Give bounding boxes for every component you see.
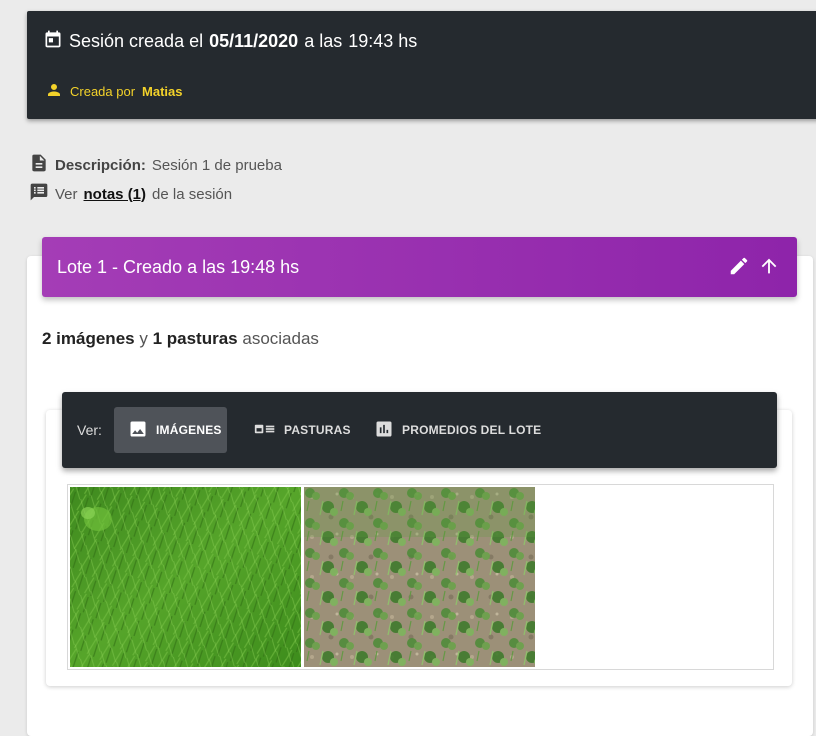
arrow-up-icon[interactable] (757, 254, 781, 278)
description-value: Sesión 1 de prueba (151, 156, 282, 174)
tab-promedios[interactable]: PROMEDIOS DEL LOTE (364, 407, 551, 453)
session-header: Sesión creada el 05/11/2020 a las 19:43 … (27, 11, 816, 119)
list-icon (254, 421, 276, 440)
edit-icon[interactable] (727, 254, 751, 278)
session-time: 19:43 hs (348, 31, 418, 51)
session-title-prefix: Sesión creada el (69, 31, 204, 51)
document-icon (29, 152, 49, 178)
tab-pasturas[interactable]: PASTURAS (244, 407, 361, 453)
lote-title: Lote 1 - Creado a las 19:48 hs (57, 257, 300, 277)
bar-chart-icon (374, 419, 394, 442)
session-time-prefix: a las (304, 31, 343, 51)
description-label: Descripción: (55, 156, 146, 174)
author-name: Matias (142, 84, 183, 99)
tab-pasturas-label: PASTURAS (284, 423, 351, 437)
pasturas-count: 1 pasturas (152, 329, 238, 348)
tab-imagenes[interactable]: IMÁGENES (114, 407, 227, 453)
summary-connector: y (139, 329, 148, 348)
tabbar-label: Ver: (77, 422, 102, 438)
notes-row: Ver notas (1) de la sesión (29, 182, 232, 206)
lote-actions (727, 254, 781, 278)
grass-image-2[interactable] (304, 487, 535, 667)
images-count: 2 imágenes (42, 329, 135, 348)
grass-image-1[interactable] (70, 487, 301, 667)
notes-icon (29, 182, 49, 206)
summary-suffix: asociadas (242, 329, 319, 348)
lote-summary: 2 imágenes y 1 pasturas asociadas (42, 329, 319, 349)
view-tabbar: Ver: IMÁGENES PASTURAS PROMEDIOS DEL LOT… (62, 392, 777, 468)
tab-imagenes-label: IMÁGENES (156, 423, 222, 437)
image-icon (128, 419, 148, 442)
lote-header: Lote 1 - Creado a las 19:48 hs (42, 237, 797, 297)
notes-suffix: de la sesión (152, 185, 233, 203)
description-row: Descripción: Sesión 1 de prueba (29, 152, 282, 178)
author-prefix: Creada por (70, 84, 136, 99)
notes-prefix: Ver (55, 185, 78, 203)
tab-promedios-label: PROMEDIOS DEL LOTE (402, 423, 542, 437)
session-date: 05/11/2020 (209, 31, 299, 51)
calendar-icon (43, 29, 63, 54)
user-icon (45, 81, 63, 102)
session-title: Sesión creada el 05/11/2020 a las 19:43 … (43, 29, 417, 54)
notes-link[interactable]: notas (1) (84, 186, 147, 203)
session-author: Creada por Matias (45, 81, 183, 102)
images-grid (67, 484, 774, 670)
